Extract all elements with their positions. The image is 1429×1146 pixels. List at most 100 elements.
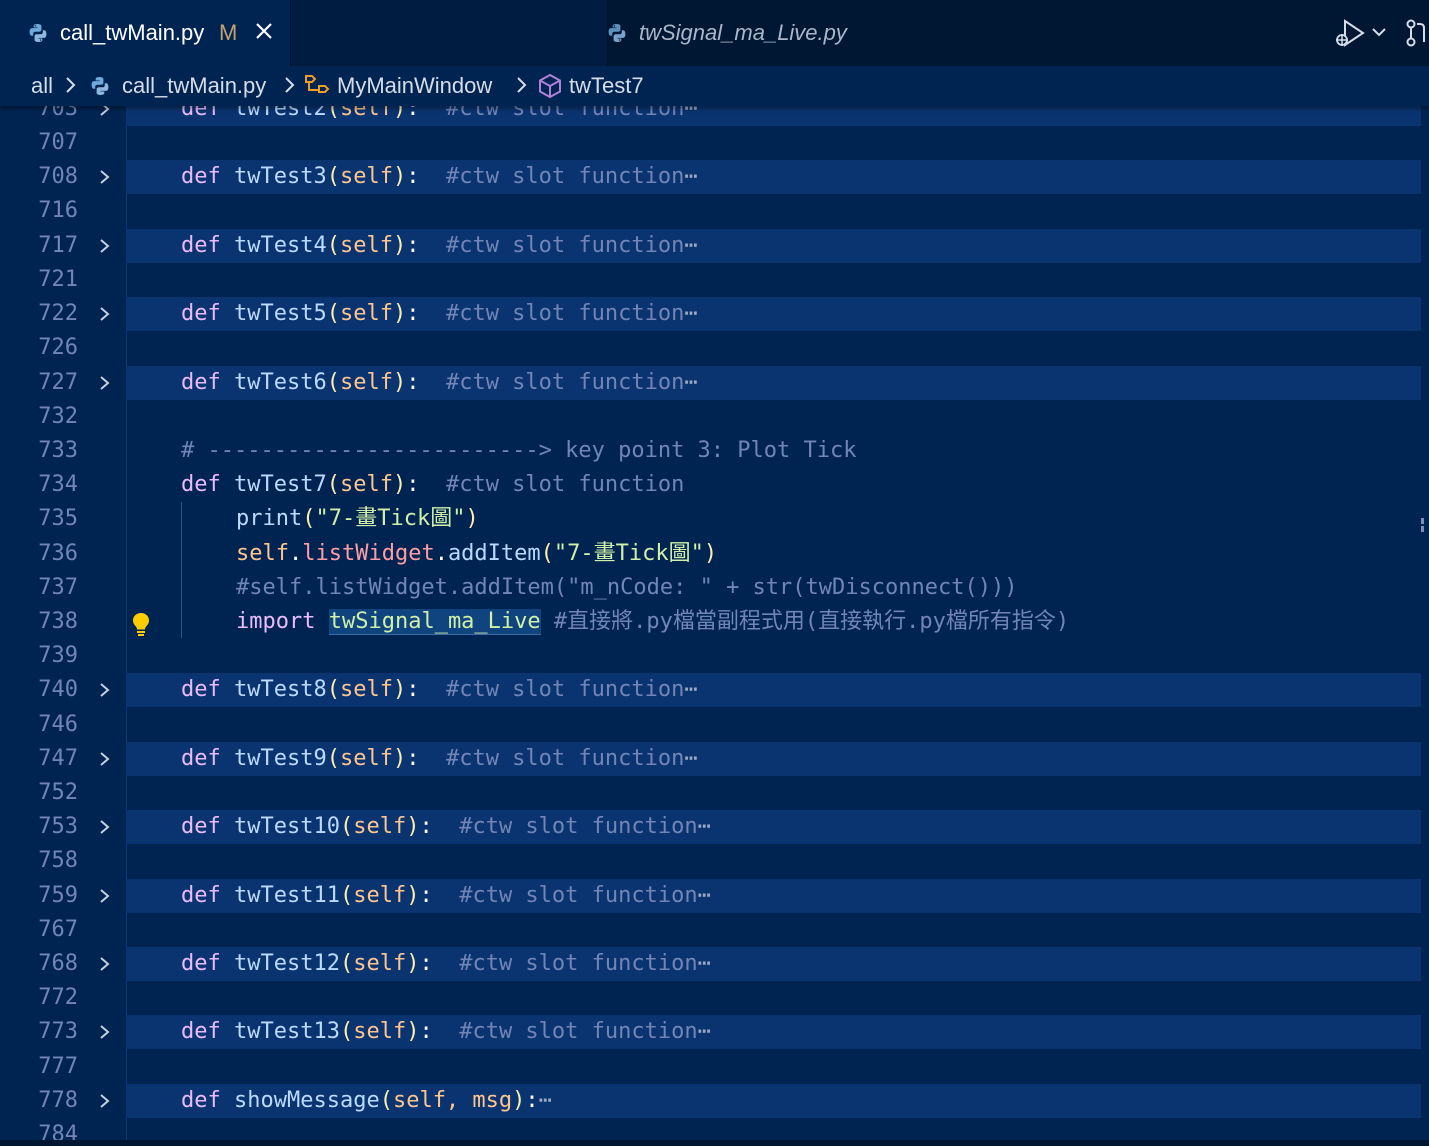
scrollbar-marker [1421,526,1424,532]
chevron-down-icon[interactable] [1371,26,1387,38]
line-number: 722 [38,301,78,326]
breadcrumb-folder[interactable]: all [31,73,53,99]
line-number: 752 [38,780,78,805]
code-text: import twSignal_ma_Live #直接將.py檔當副程式用(直接… [236,609,1070,635]
chevron-right-icon[interactable] [98,1093,112,1109]
chevron-right-icon[interactable] [98,956,112,972]
code-line: 721 [0,263,1429,297]
breadcrumb-method[interactable]: twTest7 [569,73,644,99]
code-comment: #self.listWidget.addItem("m_nCode: " + s… [236,575,1018,600]
line-number: 727 [38,370,78,395]
symbol-class-icon [305,75,330,93]
code-text: self.listWidget.addItem("7-畫Tick圖") [236,541,718,566]
chevron-right-icon[interactable] [98,375,112,391]
chevron-right-icon[interactable] [98,1024,112,1040]
code-editor[interactable]: 703 def twTest2(self): #ctw slot functio… [0,106,1429,1140]
code-line: 726 [0,331,1429,365]
breadcrumb-file[interactable]: call_twMain.py [122,73,266,99]
code-line: 777 [0,1050,1429,1084]
code-line: 737 #self.listWidget.addItem("m_nCode: "… [0,571,1429,605]
code-line: 708 def twTest3(self): #ctw slot functio… [0,160,1429,194]
chevron-right-icon[interactable] [98,751,112,767]
tab-twsignal-ma-live[interactable]: twSignal_ma_Live.py [290,0,847,66]
code-line: 746 [0,708,1429,742]
code-line: 784 [0,1118,1429,1140]
code-line: 772 [0,981,1429,1015]
line-number: 740 [38,677,78,702]
code-text: def twTest8(self): #ctw slot function⋯ [181,677,698,702]
breadcrumb-class[interactable]: MyMainWindow [337,73,492,99]
code-line: 722 def twTest5(self): #ctw slot functio… [0,297,1429,331]
chevron-right-icon [517,77,527,93]
code-line: 759 def twTest11(self): #ctw slot functi… [0,879,1429,913]
code-line: 767 [0,913,1429,947]
scrollbar-marker [1421,518,1424,524]
code-line: 758 [0,844,1429,878]
code-line: 739 [0,639,1429,673]
code-line: 768 def twTest12(self): #ctw slot functi… [0,947,1429,981]
line-number: 768 [38,951,78,976]
chevron-right-icon[interactable] [98,306,112,322]
line-number: 726 [38,335,78,360]
line-number: 703 [38,106,78,121]
tab-label: call_twMain.py [60,20,205,45]
code-line: 732 [0,400,1429,434]
line-number: 758 [38,848,78,873]
run-debug-icon[interactable] [1333,18,1367,48]
tab-bar: call_twMain.py M twSignal_ma_Live.py [0,0,1429,66]
python-file-icon [29,24,47,42]
code-text: def twTest9(self): #ctw slot function⋯ [181,746,698,771]
panel-edge [0,1140,1429,1146]
code-line: 707 [0,126,1429,160]
line-number: 736 [38,541,78,566]
code-line: 716 [0,194,1429,228]
line-number: 759 [38,883,78,908]
chevron-right-icon[interactable] [98,169,112,185]
code-text: def twTest12(self): #ctw slot function⋯ [181,951,711,976]
line-number: 773 [38,1019,78,1044]
chevron-right-icon [285,77,295,93]
chevron-right-icon[interactable] [98,888,112,904]
code-line: 733 # -------------------------> key poi… [0,434,1429,468]
line-number: 734 [38,472,78,497]
close-icon[interactable] [253,20,275,42]
line-number: 753 [38,814,78,839]
line-number: 778 [38,1088,78,1113]
code-text: def twTest7(self): #ctw slot function [181,472,685,497]
code-text: def showMessage(self, msg):⋯ [181,1088,552,1113]
chevron-right-icon[interactable] [98,106,112,117]
code-line: 778 def showMessage(self, msg):⋯ [0,1084,1429,1118]
code-text: def twTest3(self): #ctw slot function⋯ [181,164,698,189]
line-number: 739 [38,643,78,668]
python-file-icon [91,77,109,95]
line-number: 732 [38,404,78,429]
code-line: 752 [0,776,1429,810]
line-number: 721 [38,267,78,292]
code-text: def twTest2(self): #ctw slot function⋯ [181,106,698,121]
symbol-method-icon [539,73,561,99]
code-line: 703 def twTest2(self): #ctw slot functio… [0,106,1429,126]
breadcrumb: all call_twMain.py MyMainWindow twTest7 [0,66,1429,106]
tab-label: twSignal_ma_Live.py [639,20,847,45]
chevron-right-icon[interactable] [98,238,112,254]
python-file-icon [608,24,626,42]
source-control-icon[interactable] [1404,18,1429,48]
code-text: def twTest4(self): #ctw slot function⋯ [181,233,698,258]
line-number: 733 [38,438,78,463]
code-text: def twTest11(self): #ctw slot function⋯ [181,883,711,908]
code-text: def twTest5(self): #ctw slot function⋯ [181,301,698,326]
tab-call-twmain[interactable]: call_twMain.py M [0,0,290,66]
line-number: 747 [38,746,78,771]
code-line: 738 import twSignal_ma_Live #直接將.py檔當副程式… [0,605,1429,639]
code-line: 734 def twTest7(self): #ctw slot functio… [0,468,1429,502]
modified-indicator: M [219,20,238,45]
code-text: def twTest10(self): #ctw slot function⋯ [181,814,711,839]
line-number: 777 [38,1054,78,1079]
line-number: 767 [38,917,78,942]
chevron-right-icon[interactable] [98,682,112,698]
lightbulb-icon[interactable] [131,612,151,638]
code-text: print("7-畫Tick圖") [236,506,479,531]
line-number: 772 [38,985,78,1010]
code-text: def twTest13(self): #ctw slot function⋯ [181,1019,711,1044]
chevron-right-icon[interactable] [98,819,112,835]
